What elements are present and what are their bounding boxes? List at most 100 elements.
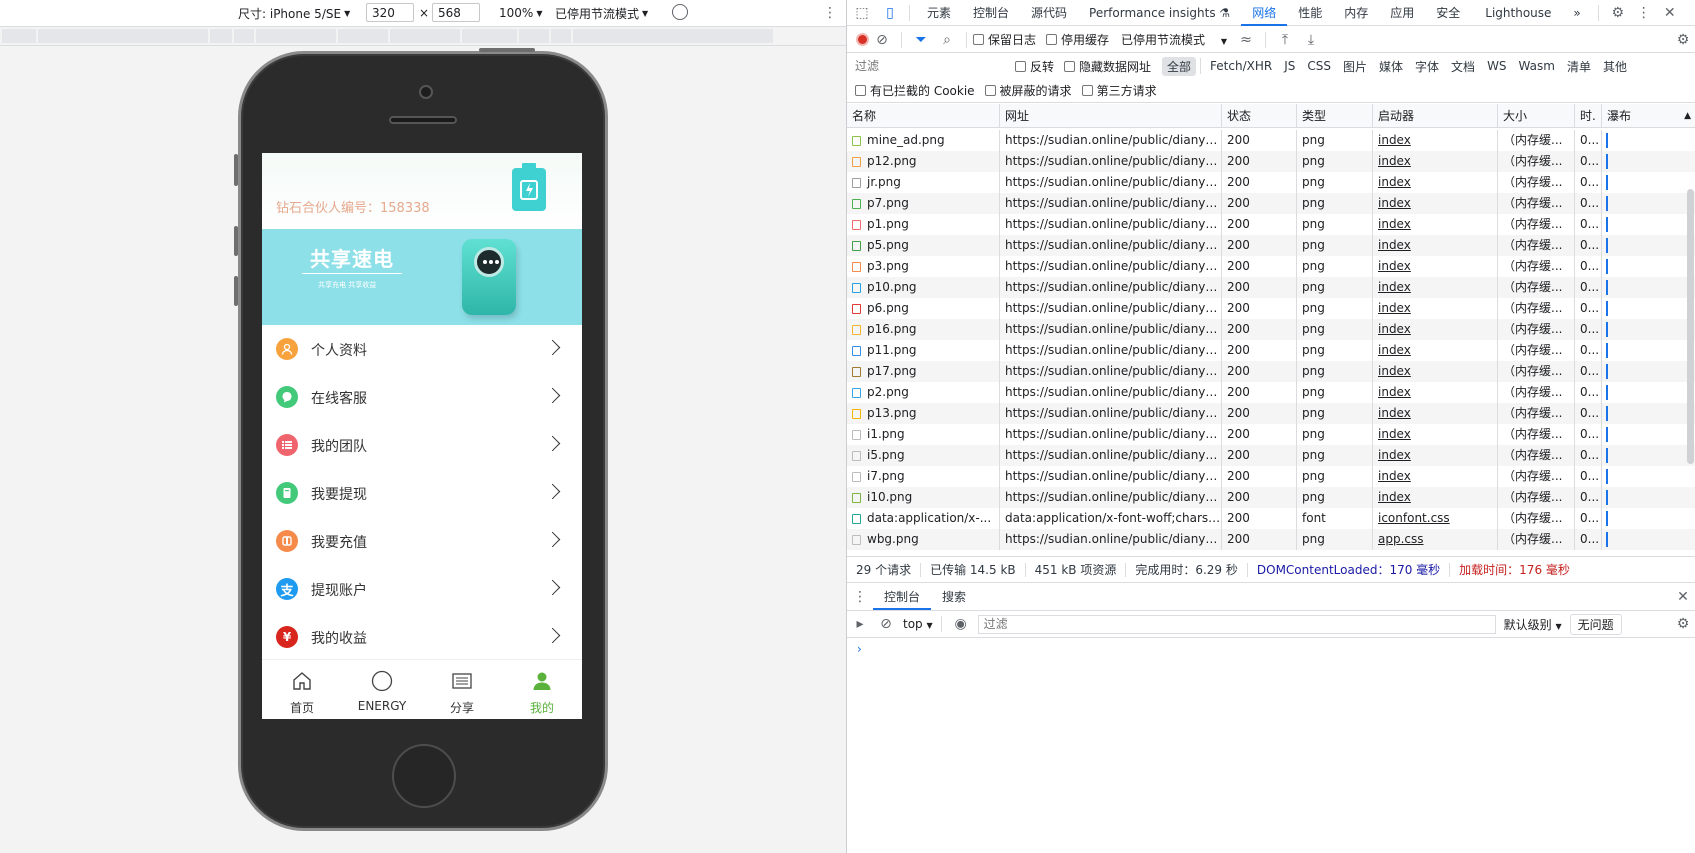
- close-icon[interactable]: ✕: [1657, 0, 1683, 26]
- blocked-requests-checkbox[interactable]: 被屏蔽的请求: [984, 82, 1072, 99]
- request-initiator[interactable]: index: [1373, 214, 1498, 235]
- table-row[interactable]: i5.png https://sudian.online/public/diany…: [847, 445, 1695, 466]
- clear-icon[interactable]: ⊘: [869, 27, 895, 53]
- request-initiator[interactable]: index: [1373, 340, 1498, 361]
- initiator-link[interactable]: app.css: [1378, 532, 1424, 546]
- table-row[interactable]: i10.png https://sudian.online/public/dian…: [847, 487, 1695, 508]
- table-row[interactable]: i7.png https://sudian.online/public/diany…: [847, 466, 1695, 487]
- hide-data-urls-checkbox[interactable]: 隐藏数据网址: [1064, 58, 1151, 75]
- request-initiator[interactable]: index: [1373, 424, 1498, 445]
- request-initiator[interactable]: index: [1373, 487, 1498, 508]
- column-name[interactable]: 名称: [847, 104, 1000, 128]
- wifi-settings-icon[interactable]: ≈: [1233, 27, 1259, 53]
- initiator-link[interactable]: index: [1378, 427, 1411, 441]
- download-icon[interactable]: ⤓: [1298, 27, 1324, 53]
- drawer-tab-search[interactable]: 搜索: [931, 584, 977, 610]
- column-initiator[interactable]: 启动器: [1373, 104, 1498, 128]
- filter-icon[interactable]: ⏷: [908, 27, 934, 53]
- table-row[interactable]: p10.png https://sudian.online/public/dian…: [847, 277, 1695, 298]
- clear-console-icon[interactable]: ⊘: [873, 611, 899, 637]
- initiator-link[interactable]: index: [1378, 406, 1411, 420]
- initiator-link[interactable]: index: [1378, 343, 1411, 357]
- initiator-link[interactable]: index: [1378, 490, 1411, 504]
- request-initiator[interactable]: index: [1373, 193, 1498, 214]
- close-drawer-icon[interactable]: ✕: [1670, 584, 1695, 610]
- log-level-select[interactable]: 默认级别 ▼: [1504, 616, 1562, 633]
- device-toggle-icon[interactable]: ▯: [877, 0, 903, 26]
- request-initiator[interactable]: index: [1373, 466, 1498, 487]
- request-initiator[interactable]: index: [1373, 445, 1498, 466]
- filter-type-js[interactable]: JS: [1279, 58, 1300, 74]
- menu-item-team[interactable]: 我的团队: [262, 421, 582, 469]
- preserve-log-checkbox[interactable]: 保留日志: [973, 31, 1036, 48]
- sidebar-toggle-icon[interactable]: ▸: [847, 611, 873, 637]
- request-initiator[interactable]: index: [1373, 382, 1498, 403]
- tab-energy[interactable]: ENERGY: [342, 660, 422, 719]
- network-throttling-select[interactable]: 已停用节流模式 ▼: [1121, 31, 1227, 48]
- initiator-link[interactable]: index: [1378, 322, 1411, 336]
- issues-button[interactable]: 无问题: [1569, 613, 1622, 635]
- initiator-link[interactable]: index: [1378, 280, 1411, 294]
- home-button[interactable]: [392, 744, 456, 808]
- menu-item-profile[interactable]: 个人资料: [262, 325, 582, 373]
- menu-item-earnings[interactable]: ¥ 我的收益: [262, 613, 582, 661]
- table-row[interactable]: p16.png https://sudian.online/public/dian…: [847, 319, 1695, 340]
- filter-type-ws[interactable]: WS: [1482, 58, 1511, 74]
- filter-type-css[interactable]: CSS: [1302, 58, 1336, 74]
- initiator-link[interactable]: index: [1378, 301, 1411, 315]
- request-initiator[interactable]: app.css: [1373, 529, 1498, 550]
- column-waterfall[interactable]: 瀑布 ▲: [1602, 104, 1695, 128]
- initiator-link[interactable]: index: [1378, 217, 1411, 231]
- initiator-link[interactable]: index: [1378, 448, 1411, 462]
- tab-security[interactable]: 安全: [1425, 0, 1471, 26]
- request-initiator[interactable]: index: [1373, 235, 1498, 256]
- initiator-link[interactable]: iconfont.css: [1378, 511, 1450, 525]
- request-initiator[interactable]: iconfont.css: [1373, 508, 1498, 529]
- table-row[interactable]: jr.png https://sudian.online/public/diany…: [847, 172, 1695, 193]
- table-row[interactable]: data:application/x-... data:application/x…: [847, 508, 1695, 529]
- table-row[interactable]: p13.png https://sudian.online/public/dian…: [847, 403, 1695, 424]
- drawer-menu-icon[interactable]: ⋮: [847, 584, 873, 610]
- table-scrollbar[interactable]: [1687, 189, 1694, 464]
- menu-item-withdraw[interactable]: 我要提现: [262, 469, 582, 517]
- filter-type-other[interactable]: 其他: [1598, 57, 1632, 76]
- table-row[interactable]: p2.png https://sudian.online/public/diany…: [847, 382, 1695, 403]
- table-row[interactable]: p17.png https://sudian.online/public/dian…: [847, 361, 1695, 382]
- settings-gear-icon[interactable]: ⚙: [1605, 0, 1631, 26]
- height-input[interactable]: [432, 3, 480, 22]
- initiator-link[interactable]: index: [1378, 238, 1411, 252]
- table-row[interactable]: p1.png https://sudian.online/public/diany…: [847, 214, 1695, 235]
- network-settings-icon[interactable]: ⚙: [1670, 27, 1695, 53]
- context-select[interactable]: top ▼: [903, 617, 933, 631]
- console-filter-input[interactable]: [977, 614, 1496, 634]
- tab-console[interactable]: 控制台: [962, 0, 1020, 26]
- column-size[interactable]: 大小: [1498, 104, 1575, 128]
- initiator-link[interactable]: index: [1378, 385, 1411, 399]
- table-row[interactable]: mine_ad.png https://sudian.online/public/…: [847, 130, 1695, 151]
- tab-network[interactable]: 网络: [1241, 0, 1288, 26]
- tab-elements[interactable]: 元素: [916, 0, 962, 26]
- filter-type-font[interactable]: 字体: [1410, 57, 1444, 76]
- invert-checkbox[interactable]: 反转: [1015, 58, 1054, 75]
- drawer-tab-console[interactable]: 控制台: [873, 584, 932, 610]
- search-icon[interactable]: ⌕: [934, 27, 960, 53]
- tab-application[interactable]: 应用: [1379, 0, 1425, 26]
- initiator-link[interactable]: index: [1378, 154, 1411, 168]
- rotate-icon[interactable]: [672, 4, 688, 20]
- request-initiator[interactable]: index: [1373, 319, 1498, 340]
- request-initiator[interactable]: index: [1373, 256, 1498, 277]
- request-initiator[interactable]: index: [1373, 403, 1498, 424]
- menu-item-support[interactable]: 在线客服: [262, 373, 582, 421]
- tab-performance[interactable]: 性能: [1287, 0, 1333, 26]
- disable-cache-checkbox[interactable]: 停用缓存: [1046, 31, 1109, 48]
- table-row[interactable]: p6.png https://sudian.online/public/diany…: [847, 298, 1695, 319]
- column-type[interactable]: 类型: [1297, 104, 1373, 128]
- initiator-link[interactable]: index: [1378, 259, 1411, 273]
- console-settings-icon[interactable]: ⚙: [1670, 611, 1695, 637]
- media-query-ruler[interactable]: [0, 27, 846, 46]
- throttling-select[interactable]: 已停用节流模式 ▼: [555, 5, 648, 22]
- initiator-link[interactable]: index: [1378, 364, 1411, 378]
- request-initiator[interactable]: index: [1373, 277, 1498, 298]
- filter-type-wasm[interactable]: Wasm: [1514, 58, 1560, 74]
- tab-lighthouse[interactable]: Lighthouse: [1471, 0, 1562, 26]
